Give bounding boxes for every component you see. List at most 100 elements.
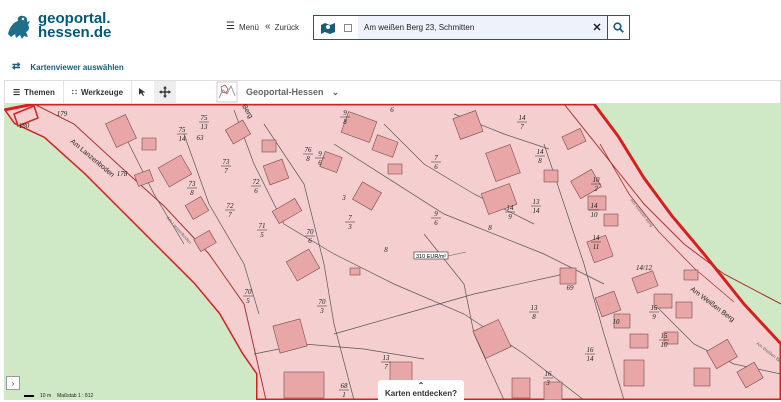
lot-number-bottom: 11 (593, 243, 599, 251)
lot-number-top: 13 (533, 198, 541, 206)
lot-number-top: 14 (593, 234, 601, 242)
tools-button[interactable]: ∷ Werkzeuge (64, 81, 133, 103)
grid-icon: ∷ (71, 87, 77, 97)
select-pointer-tool[interactable] (132, 81, 154, 103)
lot-number-top: 7 (434, 154, 438, 162)
brand-line-2: hessen.de (38, 24, 112, 41)
lot-number-bottom: 13 (201, 123, 209, 131)
lot-number-top: 15 (661, 332, 669, 340)
search-input[interactable]: Am weißen Berg 23, Schmitten (358, 16, 587, 39)
misc-number: 180 (19, 122, 30, 130)
lot-number-bottom: 8 (306, 155, 310, 163)
lot-number-bottom: 2 (594, 185, 598, 193)
lot-number-top: 72 (253, 178, 261, 186)
lot-number-bottom: 9 (508, 213, 512, 221)
lot-number-top: 73 (189, 180, 197, 188)
lot-number-top: 16 (587, 346, 595, 354)
lot-number-top: 71 (259, 222, 266, 230)
lot-number-bottom: 3 (319, 307, 324, 315)
themes-button[interactable]: ☰ Themen (5, 81, 64, 103)
misc-number: 179 (57, 110, 68, 118)
lot-number-top: 14/12 (636, 264, 652, 272)
lot-number-top: 14 (537, 148, 545, 156)
misc-number: 63 (197, 134, 205, 142)
discover-maps-button[interactable]: ⌃ Karten entdecken? (378, 380, 464, 402)
lot-number-top: 13 (531, 304, 539, 312)
lot-number-bottom: 6 (434, 163, 438, 171)
hamburger-icon: ☰ (226, 21, 235, 32)
lot-number-bottom: 8 (190, 189, 194, 197)
lot-number-top: 10 (593, 176, 601, 184)
cadastral-map[interactable]: 310 EUR/m² Am Lanzenboden Am Lanzenboden… (4, 104, 781, 400)
misc-number: 10 (613, 318, 621, 326)
lot-number-bottom: 6 (254, 187, 258, 195)
cursor-icon (139, 88, 146, 96)
lot-number-bottom: 10 (661, 341, 669, 349)
lot-number-top: 14 (519, 114, 527, 122)
map-marker-icon (321, 22, 335, 34)
viewer-select[interactable]: ⇄ Kartenviewer auswählen (12, 62, 124, 72)
search-button[interactable] (607, 16, 629, 39)
search-box: Am weißen Berg 23, Schmitten ✕ (313, 15, 630, 40)
lot-number-bottom: 3 (347, 223, 352, 231)
map-toolbar: ☰ Themen ∷ Werkzeuge Geoportal-Hessen ⌄ (4, 80, 781, 104)
lot-number-top: 73 (223, 158, 231, 166)
expand-panel-button[interactable]: › (6, 376, 20, 390)
header: geoportal. hessen.de ☰ Menü « Zurück Am … (0, 0, 781, 56)
lot-number-top: 7 (348, 214, 352, 222)
misc-number: 8 (384, 246, 388, 254)
clear-search-icon[interactable]: ✕ (587, 16, 607, 39)
lot-number-bottom: 8 (532, 313, 536, 321)
lot-number-bottom: 6 (434, 219, 438, 227)
discover-label: Karten entdecken? (384, 389, 458, 398)
lot-number-bottom: 3 (545, 379, 550, 387)
lot-number-bottom: 7 (520, 123, 524, 131)
lot-number-bottom: 5 (246, 297, 250, 305)
lot-number-top: 9 (318, 150, 322, 158)
map-search-type-button[interactable] (314, 16, 342, 39)
list-icon: ☰ (13, 87, 21, 97)
back-label: Zurück (274, 22, 300, 32)
lot-number-bottom: 7 (384, 363, 388, 371)
lot-number-bottom: 5 (260, 231, 264, 239)
search-option-checkbox[interactable] (344, 23, 352, 32)
lot-number-top: 14 (591, 202, 599, 210)
lot-number-top: 13 (383, 354, 391, 362)
lot-number-top: 14 (507, 204, 515, 212)
lot-number-bottom: 9 (652, 313, 656, 321)
geoportal-logo[interactable]: geoportal. hessen.de (4, 11, 112, 42)
lot-number-top: 76 (305, 146, 313, 154)
lot-number-top: 9 (343, 109, 347, 117)
theme-selector[interactable]: Geoportal-Hessen ⌄ (216, 81, 339, 103)
lot-number-top: 68 (341, 382, 349, 390)
swap-arrows-icon: ⇄ (12, 61, 21, 72)
theme-name: Geoportal-Hessen (246, 87, 324, 97)
misc-number: 8 (488, 224, 492, 232)
scale-bar: 10 m Maßstab 1 : 812 (24, 393, 93, 399)
chevron-down-icon: ⌄ (331, 86, 340, 97)
lot-number-bottom: 14 (587, 355, 595, 363)
viewer-label: Kartenviewer auswählen (30, 62, 124, 72)
scale-line (24, 395, 34, 397)
map-canvas[interactable]: 310 EUR/m² Am Lanzenboden Am Lanzenboden… (4, 104, 781, 400)
menu-label: Menü (238, 22, 259, 32)
lot-number-bottom: 1 (342, 391, 346, 399)
lot-number-bottom: 10 (591, 211, 599, 219)
pan-tool[interactable] (154, 81, 177, 103)
lot-number-bottom: 7 (224, 167, 228, 175)
back-button[interactable]: « Zurück (265, 22, 299, 32)
themes-label: Themen (24, 87, 55, 97)
double-left-arrow-icon: « (265, 21, 271, 32)
lot-number-top: 70 (307, 228, 315, 236)
menu-button[interactable]: ☰ Menü (226, 22, 259, 32)
scale-ratio: Maßstab 1 : 812 (57, 393, 94, 399)
misc-number: 178 (117, 170, 128, 178)
lot-number-top: 72 (227, 202, 235, 210)
lot-number-bottom: 6 (318, 159, 322, 167)
lot-number-top: 9 (434, 210, 438, 218)
hessen-lion-icon (8, 15, 30, 39)
lot-number-bottom: 8 (343, 118, 347, 126)
land-price-label: 310 EUR/m² (416, 254, 446, 260)
theme-thumbnail-icon (216, 81, 238, 103)
lot-number-bottom: 6 (308, 237, 312, 245)
